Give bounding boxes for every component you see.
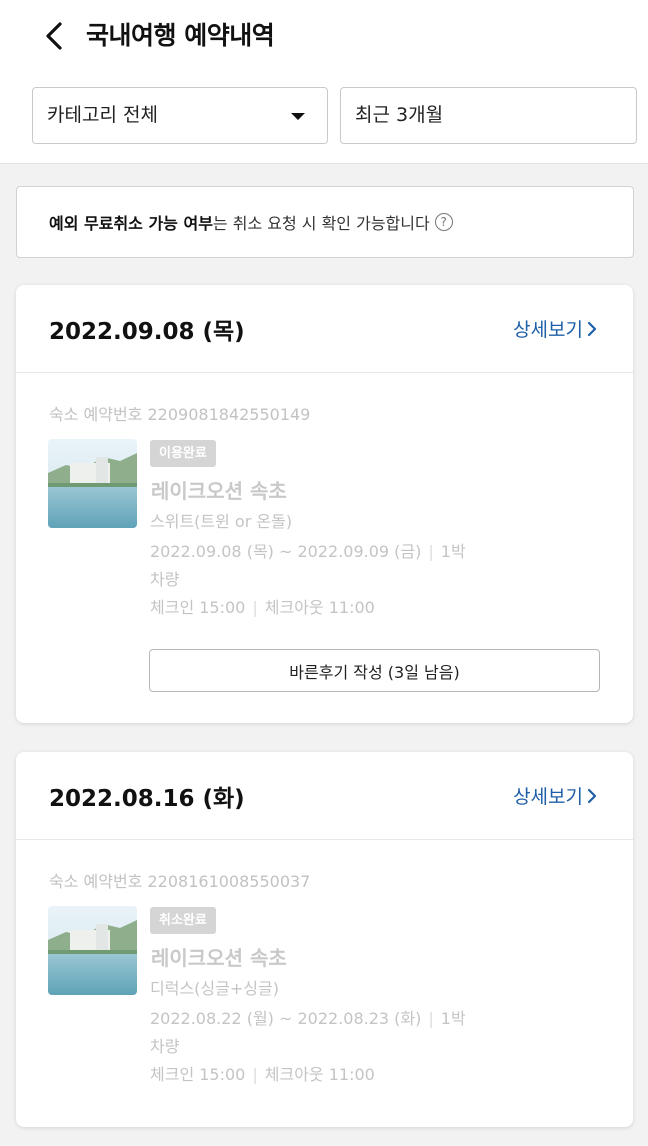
checkout-time: 체크아웃 11:00 — [264, 598, 375, 617]
notice-text: 는 취소 요청 시 확인 가능합니다 — [212, 214, 430, 233]
checkin-time: 체크인 15:00 — [150, 1065, 246, 1084]
category-select[interactable]: 카테고리 전체 — [32, 87, 328, 144]
divider: | — [252, 598, 258, 617]
status-badge: 이용완료 — [150, 440, 216, 467]
reservation-number: 숙소 예약번호 2209081842550149 — [49, 405, 311, 424]
hotel-thumbnail[interactable] — [48, 906, 137, 995]
divider: | — [252, 1065, 258, 1084]
nights: 1박 — [440, 1009, 466, 1028]
check-times: 체크인 15:00 | 체크아웃 11:00 — [150, 594, 375, 618]
nights: 1박 — [440, 542, 466, 561]
vehicle-info: 차량 — [150, 570, 180, 589]
status-badge: 취소완료 — [150, 907, 216, 934]
hotel-thumbnail[interactable] — [48, 439, 137, 528]
cancellation-notice: 예외 무료취소 가능 여부 는 취소 요청 시 확인 가능합니다 ? — [16, 186, 634, 258]
card-header: 2022.09.08 (목) 상세보기 — [16, 285, 633, 373]
notice-bold-text: 예외 무료취소 가능 여부 — [49, 214, 213, 233]
room-type: 스위트(트윈 or 온돌) — [150, 512, 293, 531]
hotel-name: 레이크오션 속초 — [151, 479, 287, 503]
view-details-label: 상세보기 — [513, 786, 583, 808]
chevron-right-icon — [587, 788, 597, 804]
dropdown-caret-icon — [291, 113, 305, 120]
checkout-time: 체크아웃 11:00 — [264, 1065, 375, 1084]
stay-period: 2022.08.22 (월) ~ 2022.08.23 (화) | 1박 — [150, 1005, 466, 1029]
reservation-card: 2022.08.16 (화) 상세보기 숙소 예약번호 220816100855… — [16, 752, 633, 1127]
period-select[interactable]: 최근 3개월 — [340, 87, 637, 144]
write-review-button[interactable]: 바른후기 작성 (3일 남음) — [149, 649, 600, 692]
help-icon[interactable]: ? — [434, 213, 453, 231]
stay-dates: 2022.09.08 (목) ~ 2022.09.09 (금) — [150, 542, 422, 561]
reservation-number: 숙소 예약번호 2208161008550037 — [49, 872, 311, 891]
back-arrow-icon[interactable] — [34, 16, 74, 56]
reservation-date: 2022.09.08 (목) — [49, 319, 245, 345]
stay-dates: 2022.08.22 (월) ~ 2022.08.23 (화) — [150, 1009, 422, 1028]
vehicle-info: 차량 — [150, 1037, 180, 1056]
category-select-value: 카테고리 전체 — [47, 104, 158, 126]
header: 국내여행 예약내역 카테고리 전체 최근 3개월 — [0, 0, 648, 164]
reservation-date: 2022.08.16 (화) — [49, 786, 245, 812]
reservation-card: 2022.09.08 (목) 상세보기 숙소 예약번호 220908184255… — [16, 285, 633, 723]
view-details-link[interactable]: 상세보기 — [513, 782, 597, 809]
chevron-right-icon — [587, 321, 597, 337]
checkin-time: 체크인 15:00 — [150, 598, 246, 617]
hotel-name: 레이크오션 속초 — [151, 946, 287, 970]
divider: | — [428, 542, 434, 561]
stay-period: 2022.09.08 (목) ~ 2022.09.09 (금) | 1박 — [150, 538, 466, 562]
period-select-value: 최근 3개월 — [355, 104, 444, 126]
view-details-label: 상세보기 — [513, 319, 583, 341]
view-details-link[interactable]: 상세보기 — [513, 315, 597, 342]
room-type: 디럭스(싱글+싱글) — [150, 979, 279, 998]
card-header: 2022.08.16 (화) 상세보기 — [16, 752, 633, 840]
divider: | — [428, 1009, 434, 1028]
check-times: 체크인 15:00 | 체크아웃 11:00 — [150, 1061, 375, 1085]
page-title: 국내여행 예약내역 — [86, 21, 275, 50]
